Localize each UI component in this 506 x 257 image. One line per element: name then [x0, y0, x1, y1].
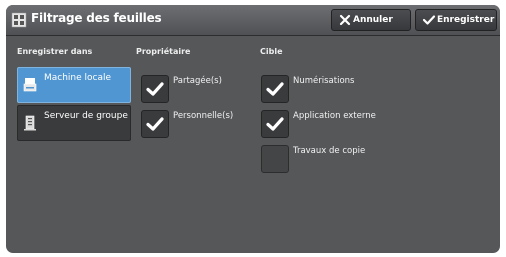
target-copy-jobs-label: Travaux de copie — [293, 146, 366, 156]
target-scans-label: Numérisations — [293, 76, 355, 86]
location-group-server-button[interactable]: Serveur de groupe — [17, 105, 131, 141]
checkmark-icon — [266, 117, 284, 131]
checkmark-icon — [422, 13, 436, 27]
page-title: Filtrage des feuilles — [31, 11, 162, 25]
printer-icon — [23, 77, 37, 93]
title-bar: Filtrage des feuilles Annuler Enregistre… — [6, 5, 500, 36]
owner-personal-checkbox[interactable] — [141, 110, 169, 138]
close-icon — [338, 13, 352, 27]
target-scans-checkbox[interactable] — [261, 75, 289, 103]
cancel-label: Annuler — [353, 15, 393, 25]
server-icon — [23, 115, 37, 131]
checkmark-icon — [266, 82, 284, 96]
save-button[interactable]: Enregistrer — [415, 9, 497, 31]
cancel-button[interactable]: Annuler — [331, 9, 411, 31]
target-copy-jobs-checkbox[interactable] — [261, 145, 289, 173]
save-label: Enregistrer — [437, 15, 495, 25]
target-external-app-label: Application externe — [293, 111, 376, 121]
owner-personal-label: Personnelle(s) — [173, 111, 234, 121]
owner-shared-label: Partagée(s) — [173, 76, 222, 86]
document-list-icon — [11, 12, 27, 28]
location-group-server-label: Serveur de groupe — [44, 111, 128, 121]
location-heading: Enregistrer dans — [17, 47, 93, 56]
location-local-machine-label: Machine locale — [44, 73, 112, 83]
checkmark-icon — [146, 82, 164, 96]
checkmark-icon — [146, 117, 164, 131]
owner-heading: Propriétaire — [136, 47, 191, 56]
location-local-machine-button[interactable]: Machine locale — [17, 67, 131, 103]
filter-dialog: Filtrage des feuilles Annuler Enregistre… — [6, 5, 500, 253]
target-heading: Cible — [260, 47, 283, 56]
owner-shared-checkbox[interactable] — [141, 75, 169, 103]
target-external-app-checkbox[interactable] — [261, 110, 289, 138]
